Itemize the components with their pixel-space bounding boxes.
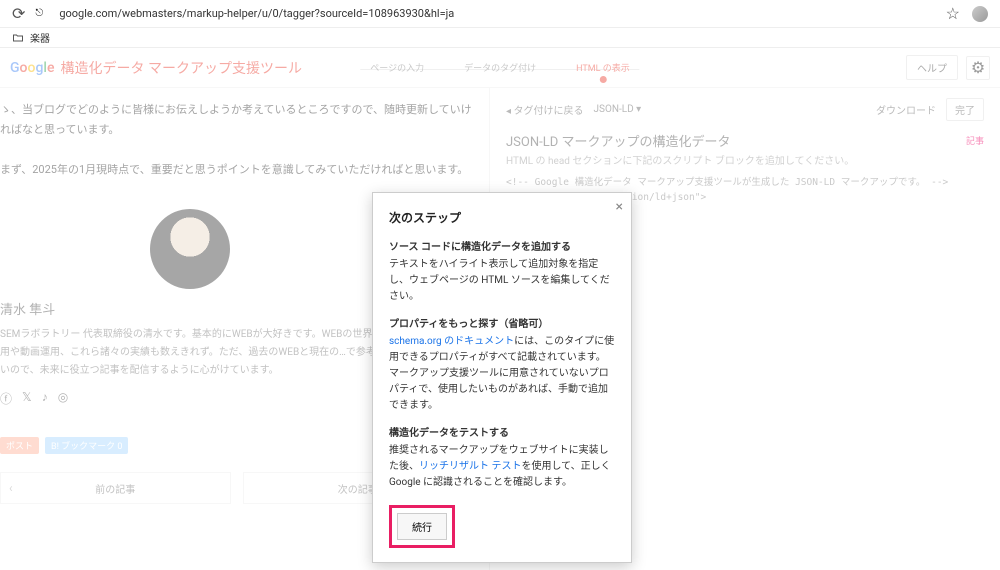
profile-avatar[interactable] (972, 6, 988, 22)
folder-icon (12, 32, 24, 44)
modal-section-2: プロパティをもっと探す（省略可） schema.org のドキュメントには、この… (389, 317, 615, 414)
url-lock-icon: ⎋ (35, 8, 43, 19)
rich-results-test-link[interactable]: リッチリザルト テスト (419, 461, 521, 472)
browser-chrome-bar: ⟳ ⎋ google.com/webmasters/markup-helper/… (0, 0, 1000, 28)
bookmark-item[interactable]: 楽器 (30, 30, 50, 45)
url-bar[interactable]: google.com/webmasters/markup-helper/u/0/… (53, 7, 935, 20)
star-icon[interactable]: ☆ (946, 4, 960, 23)
modal-section-1: ソース コードに構造化データを追加する テキストをハイライト表示して追加対象を指… (389, 240, 615, 305)
continue-button[interactable]: 続行 (397, 513, 447, 540)
next-steps-modal: × 次のステップ ソース コードに構造化データを追加する テキストをハイライト表… (372, 192, 632, 563)
close-icon[interactable]: × (616, 199, 623, 215)
schema-org-link[interactable]: schema.org のドキュメント (389, 336, 514, 347)
modal-section-3: 構造化データをテストする 推奨されるマークアップをウェブサイトに実装した後、リッ… (389, 426, 615, 491)
modal-title: 次のステップ (389, 209, 615, 226)
reload-icon[interactable]: ⟳ (12, 4, 25, 23)
bookmark-bar: 楽器 (0, 28, 1000, 48)
continue-highlight: 続行 (389, 505, 455, 548)
